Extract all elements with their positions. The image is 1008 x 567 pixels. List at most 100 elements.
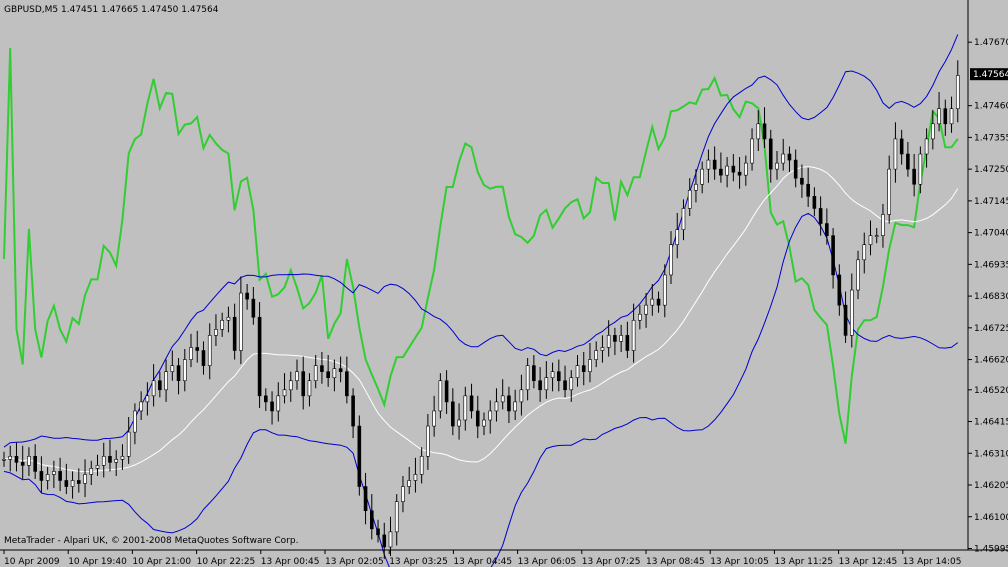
price-bar-body <box>108 455 112 463</box>
price-bar-body <box>301 371 306 397</box>
price-bar-body <box>45 474 50 481</box>
price-bar-body <box>195 347 200 351</box>
time-tick-label: 13 Apr 08:45 <box>646 557 705 567</box>
price-tick-label: 1.46415 <box>974 418 1008 428</box>
price-bar-body <box>432 410 436 427</box>
price-bar-body <box>500 395 505 403</box>
price-bar-body <box>899 138 904 155</box>
price-bar-body <box>264 395 268 403</box>
price-bar-body <box>201 350 206 366</box>
price-tick-label: 1.47355 <box>974 133 1008 143</box>
price-tick-label: 1.47670 <box>974 38 1008 48</box>
price-bar-body <box>295 371 299 382</box>
price-bar-body <box>712 159 717 170</box>
price-bar-body <box>868 235 873 246</box>
price-bar-body <box>257 316 262 397</box>
price-bar-body <box>407 480 411 487</box>
price-bar-body <box>77 480 81 484</box>
time-tick-label: 13 Apr 10:05 <box>710 557 769 567</box>
price-bar-body <box>320 365 324 372</box>
price-bar-body <box>39 471 44 481</box>
price-bar-body <box>924 138 929 155</box>
price-bar-body <box>176 365 181 382</box>
price-bar-body <box>575 365 580 379</box>
price-bar-body <box>756 123 761 140</box>
price-bar-body <box>457 419 461 427</box>
price-bar-body <box>532 365 536 382</box>
price-bar-body <box>139 401 143 412</box>
current-price-marker: 1.47564 <box>970 68 1008 81</box>
price-bar-body <box>469 395 474 412</box>
price-bar-body <box>906 153 910 170</box>
price-bar-body <box>494 401 499 412</box>
price-bar-body <box>681 208 686 230</box>
price-bar-body <box>226 316 231 321</box>
price-bar-body <box>313 365 318 382</box>
time-tick-label: 13 Apr 06:05 <box>518 557 577 567</box>
price-bar-body <box>581 365 586 372</box>
price-bar-body <box>444 380 449 403</box>
price-bar-body <box>376 528 380 536</box>
price-bar-body <box>126 431 131 457</box>
price-bar-body <box>550 371 555 379</box>
time-tick-label: 13 Apr 00:45 <box>261 557 320 567</box>
price-bar-body <box>288 380 293 391</box>
price-bar-body <box>151 380 156 397</box>
price-bar-body <box>594 350 599 360</box>
price-bar-body <box>451 401 455 427</box>
price-bar-body <box>737 171 742 176</box>
price-bar-body <box>787 153 792 161</box>
price-bar-body <box>625 335 630 351</box>
trading-chart[interactable]: 1.47670 1.47460 1.47355 1.47250 1.47145 1.470… <box>0 0 1008 567</box>
price-bar-body <box>818 208 823 224</box>
price-tick-label: 1.46520 <box>974 386 1008 396</box>
price-bar-body <box>943 108 948 125</box>
price-bar-body <box>725 165 729 176</box>
price-bar-body <box>282 389 287 397</box>
price-bar-body <box>70 480 75 487</box>
price-bar-body <box>694 183 698 191</box>
price-bar-body <box>507 395 511 412</box>
price-bar-body <box>775 162 779 170</box>
price-bar-body <box>588 359 592 372</box>
price-bar-body <box>606 335 611 348</box>
price-bar-body <box>120 455 125 460</box>
price-bar-body <box>650 298 655 306</box>
price-bar-body <box>918 153 923 185</box>
price-bar-body <box>351 395 355 427</box>
price-bar-body <box>475 410 480 427</box>
price-bar-body <box>33 455 37 472</box>
price-bar-body <box>856 259 860 291</box>
price-bar-body <box>357 425 362 487</box>
time-tick-label: 13 Apr 04:45 <box>453 557 512 567</box>
price-bar-body <box>158 380 162 391</box>
price-tick-label: 1.46620 <box>974 356 1008 366</box>
price-bar-body <box>687 189 692 209</box>
price-bar-body <box>89 468 94 475</box>
price-chart-canvas[interactable]: 1.47670 1.47460 1.47355 1.47250 1.47145 1.470… <box>0 0 1008 567</box>
price-bar-body <box>388 531 393 548</box>
price-bar-body <box>719 168 723 176</box>
price-bar-body <box>239 292 243 351</box>
price-bar-body <box>101 455 106 466</box>
price-tick-label: 1.47145 <box>974 197 1008 207</box>
price-bar-body <box>557 371 561 382</box>
price-bar-body <box>744 162 748 176</box>
price-bar-body <box>345 371 349 397</box>
price-bar-body <box>656 298 661 306</box>
price-bar-body <box>613 335 617 342</box>
price-bar-body <box>862 244 867 261</box>
price-bar-body <box>482 419 486 427</box>
price-bar-body <box>338 368 343 372</box>
price-bar-body <box>326 371 330 379</box>
price-bar-body <box>182 359 187 382</box>
price-bar-body <box>251 298 256 318</box>
price-tick-label: 1.46830 <box>974 292 1008 302</box>
time-tick-label: 13 Apr 07:25 <box>582 557 641 567</box>
price-bar-body <box>837 274 842 306</box>
price-tick-label: 1.46935 <box>974 260 1008 270</box>
price-bar-body <box>207 335 212 366</box>
price-bar-body <box>382 534 387 548</box>
price-bar-body <box>881 214 885 236</box>
price-bar-body <box>394 501 399 533</box>
